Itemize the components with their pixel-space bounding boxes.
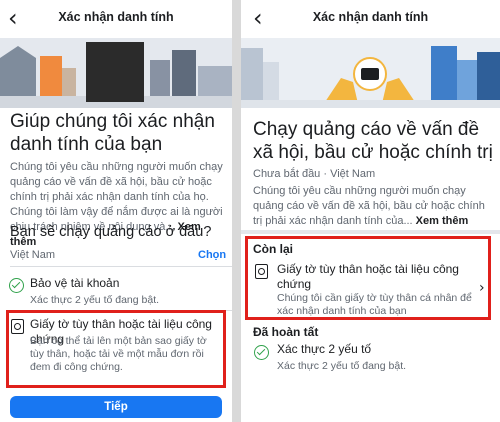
question-heading: Bạn sẽ chạy quảng cáo ở đâu? (10, 224, 212, 240)
header-title: Xác nhận danh tính (58, 10, 174, 24)
hands-city-illustration (241, 38, 500, 108)
item-subtitle: Xác thực 2 yếu tố đang bật. (277, 360, 407, 372)
page-heading: Giúp chúng tôi xác nhận danh tính của bạ… (10, 111, 215, 155)
item-title: Xác thực 2 yếu tố (277, 342, 372, 356)
header: ‹ Xác nhận danh tính (0, 0, 232, 38)
id-card-icon (11, 319, 24, 334)
item-subtitle: Bạn có thể tải lên một bản sao giấy tờ t… (30, 335, 207, 373)
country-value: Việt Nam (10, 249, 56, 261)
chevron-right-icon: › (479, 280, 485, 296)
header-title: Xác nhận danh tính (312, 10, 429, 24)
left-screen: ‹ Xác nhận danh tính Giúp chúng tôi xác … (0, 0, 232, 422)
redacted-block (86, 42, 144, 102)
item-subtitle: Xác thực 2 yếu tố đang bật. (30, 294, 160, 306)
right-screen: ‹ Xác nhận danh tính Chạy quảng cáo về v… (241, 0, 500, 422)
hero-illustration (241, 38, 500, 108)
header: ‹ Xác nhận danh tính (241, 0, 500, 38)
item-subtitle: Chúng tôi cần giấy tờ tùy thân cá nhân đ… (277, 292, 472, 317)
remaining-label: Còn lại (253, 242, 294, 256)
item-title: Giấy tờ tùy thân hoặc tài liệu công chứn… (277, 262, 459, 291)
id-card-icon (255, 264, 268, 279)
choose-country-link[interactable]: Chọn (198, 249, 226, 261)
see-more-link[interactable]: Xem thêm (416, 215, 469, 227)
item-title: Bảo vệ tài khoản (30, 276, 120, 290)
section-divider (241, 230, 500, 234)
city-illustration (0, 38, 232, 108)
hero-illustration (0, 38, 232, 108)
status-text: Chưa bắt đầu · Việt Nam (253, 168, 376, 180)
done-label: Đã hoàn tất (253, 325, 319, 339)
check-circle-icon (9, 278, 24, 293)
intro-text: Chúng tôi yêu cầu những người muốn chạy … (253, 184, 493, 229)
divider (10, 266, 232, 267)
check-circle-icon (254, 345, 269, 360)
page-heading: Chạy quảng cáo về vấn đề xã hội, bầu cử … (253, 119, 493, 163)
next-button[interactable]: Tiếp (10, 396, 222, 418)
